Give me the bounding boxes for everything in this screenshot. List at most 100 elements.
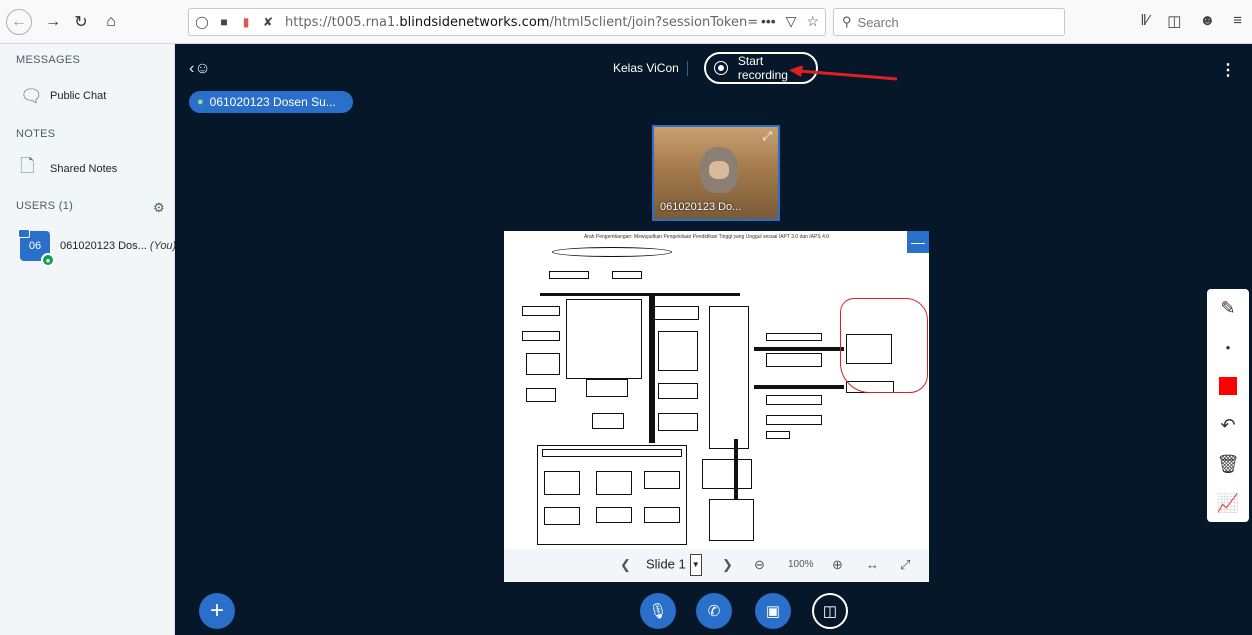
bookmark-star-icon[interactable]: ☆: [806, 13, 819, 30]
diagram-connector: [649, 293, 655, 443]
sidebar-item-shared-notes[interactable]: 🗋 Shared Notes: [0, 155, 175, 183]
diagram-node: [654, 306, 699, 320]
diagram-connector: [754, 347, 844, 351]
annotation-arrow: [789, 66, 898, 81]
slide-selector[interactable]: Slide 1 ▼: [646, 554, 702, 576]
gear-icon[interactable]: ⚙: [153, 200, 165, 216]
avatar[interactable]: 06 ●: [18, 229, 55, 267]
pocket-icon[interactable]: ▽: [786, 13, 797, 30]
multi-user-button[interactable]: 📈: [1207, 484, 1249, 522]
main-area: ‹☺ ● 061020123 Dosen Su... Kelas ViCon S…: [175, 44, 1252, 635]
library-icon[interactable]: ‖⁄: [1141, 12, 1150, 30]
diagram-node: [544, 471, 580, 495]
chevron-down-icon: ▼: [689, 554, 702, 576]
camera-icon: ▣: [765, 603, 781, 620]
notes-title: NOTES: [16, 128, 56, 140]
slide-title: Arah Pengembangan: Mewujudkan Pengelolaa…: [583, 234, 830, 240]
diagram-node: [766, 431, 790, 439]
toggle-userlist-icon[interactable]: ‹☺: [189, 60, 211, 78]
diagram-node: [542, 449, 682, 457]
talking-indicator[interactable]: ● 061020123 Dosen Su...: [189, 91, 353, 113]
webcam-person: [700, 147, 738, 193]
home-icon[interactable]: ⌂: [98, 9, 124, 35]
diagram-node: [702, 459, 752, 489]
undo-icon: ↶: [1220, 414, 1236, 435]
actions-add-button[interactable]: +: [199, 593, 235, 629]
sidebar-toggle-icon[interactable]: ◫: [1167, 12, 1181, 30]
presentation-slide[interactable]: Arah Pengembangan: Mewujudkan Pengelolaa…: [504, 231, 929, 549]
forward-arrow-icon[interactable]: →: [40, 9, 66, 35]
chat-icon: 🗨: [20, 85, 43, 106]
previous-slide-icon[interactable]: ❮: [620, 557, 631, 573]
thickness-button[interactable]: ●: [1207, 328, 1249, 366]
diagram-connector: [540, 293, 740, 296]
page-actions-icon[interactable]: •••: [761, 13, 776, 30]
diagram-node: [766, 415, 822, 425]
address-bar[interactable]: ◯ ■ ▮ ✘ https://t005.rna1.blindsidenetwo…: [188, 8, 826, 36]
microphone-icon: 🎙: [648, 603, 668, 620]
fullscreen-icon[interactable]: ⤢: [762, 129, 772, 144]
notes-icon: 🗋: [20, 156, 35, 176]
diagram-node: [566, 299, 642, 379]
diagram-node: [522, 331, 560, 341]
webcam-video[interactable]: ⤢ 061020123 Do...: [652, 125, 780, 221]
lock-icon[interactable]: ■: [215, 15, 233, 29]
diagram-connector: [734, 439, 738, 499]
search-icon: ⚲: [842, 14, 852, 29]
zoom-out-icon[interactable]: ⊖: [754, 557, 765, 573]
fullscreen-icon[interactable]: ⤢: [900, 557, 910, 573]
pencil-tool-button[interactable]: ✎: [1207, 289, 1249, 327]
fit-width-icon[interactable]: ↔: [866, 557, 879, 572]
diagram-node: [592, 413, 624, 429]
you-label: (You): [149, 240, 177, 252]
next-slide-icon[interactable]: ❯: [722, 557, 733, 573]
diagram-connector: [754, 385, 844, 389]
zoom-level: 100%: [788, 559, 814, 570]
diagram-node: [644, 471, 680, 489]
sidebar-item-public-chat[interactable]: 🗨 Public Chat: [0, 82, 175, 110]
shield-icon[interactable]: ◯: [193, 15, 211, 29]
diagram-node: [549, 271, 589, 279]
camera-permission-icon[interactable]: ▮: [237, 15, 255, 29]
reload-icon[interactable]: ↻: [68, 9, 94, 35]
diagram-node: [709, 499, 754, 541]
sidebar: MESSAGES 🗨 Public Chat NOTES 🗋 Shared No…: [0, 44, 177, 635]
diagram-node: [526, 388, 556, 402]
webcam-label: 061020123 Do...: [660, 201, 742, 213]
options-menu-icon[interactable]: ⋮: [1220, 60, 1236, 80]
screenshare-button[interactable]: ◫: [812, 593, 848, 629]
diagram-node: [596, 471, 632, 495]
color-picker-button[interactable]: [1207, 367, 1249, 405]
url-text[interactable]: https://t005.rna1.blindsidenetworks.com/…: [285, 15, 816, 30]
diagram-node: [522, 306, 560, 316]
minimize-presentation-button[interactable]: —: [907, 231, 929, 253]
phone-icon: ✆: [707, 603, 721, 620]
search-input[interactable]: ⚲ Search: [833, 8, 1065, 36]
diagram-node: [612, 271, 642, 279]
diagram-node: [544, 507, 580, 525]
users-title: USERS (1): [16, 200, 74, 212]
user-name: 061020123 Dos...: [60, 240, 147, 252]
diagram-node: [644, 507, 680, 523]
divider: [687, 61, 688, 76]
screenshare-icon: ◫: [822, 603, 838, 620]
account-icon[interactable]: ☻: [1199, 12, 1215, 30]
mic-permission-icon[interactable]: ✘: [259, 15, 277, 29]
browser-toolbar: ← → ↻ ⌂ ◯ ■ ▮ ✘ https://t005.rna1.blinds…: [0, 0, 1252, 44]
clear-button[interactable]: 🗑: [1207, 445, 1249, 483]
user-list-item[interactable]: 06 ● 061020123 Dos... (You): [18, 229, 177, 267]
audio-phone-button[interactable]: ✆: [696, 593, 732, 629]
diagram-node: [658, 331, 698, 371]
camera-button[interactable]: ▣: [755, 593, 791, 629]
back-arrow-icon[interactable]: ←: [6, 9, 32, 35]
diagram-node: [658, 383, 698, 399]
diagram-node: [586, 379, 628, 397]
diagram-node: [709, 306, 749, 449]
zoom-in-icon[interactable]: ⊕: [832, 557, 843, 573]
diagram-node: [766, 333, 822, 341]
microphone-button[interactable]: 🎙: [640, 593, 676, 629]
mic-icon: ●: [197, 96, 204, 108]
presenter-icon: [18, 229, 30, 238]
undo-button[interactable]: ↶: [1207, 406, 1249, 444]
menu-icon[interactable]: ≡: [1233, 12, 1242, 30]
